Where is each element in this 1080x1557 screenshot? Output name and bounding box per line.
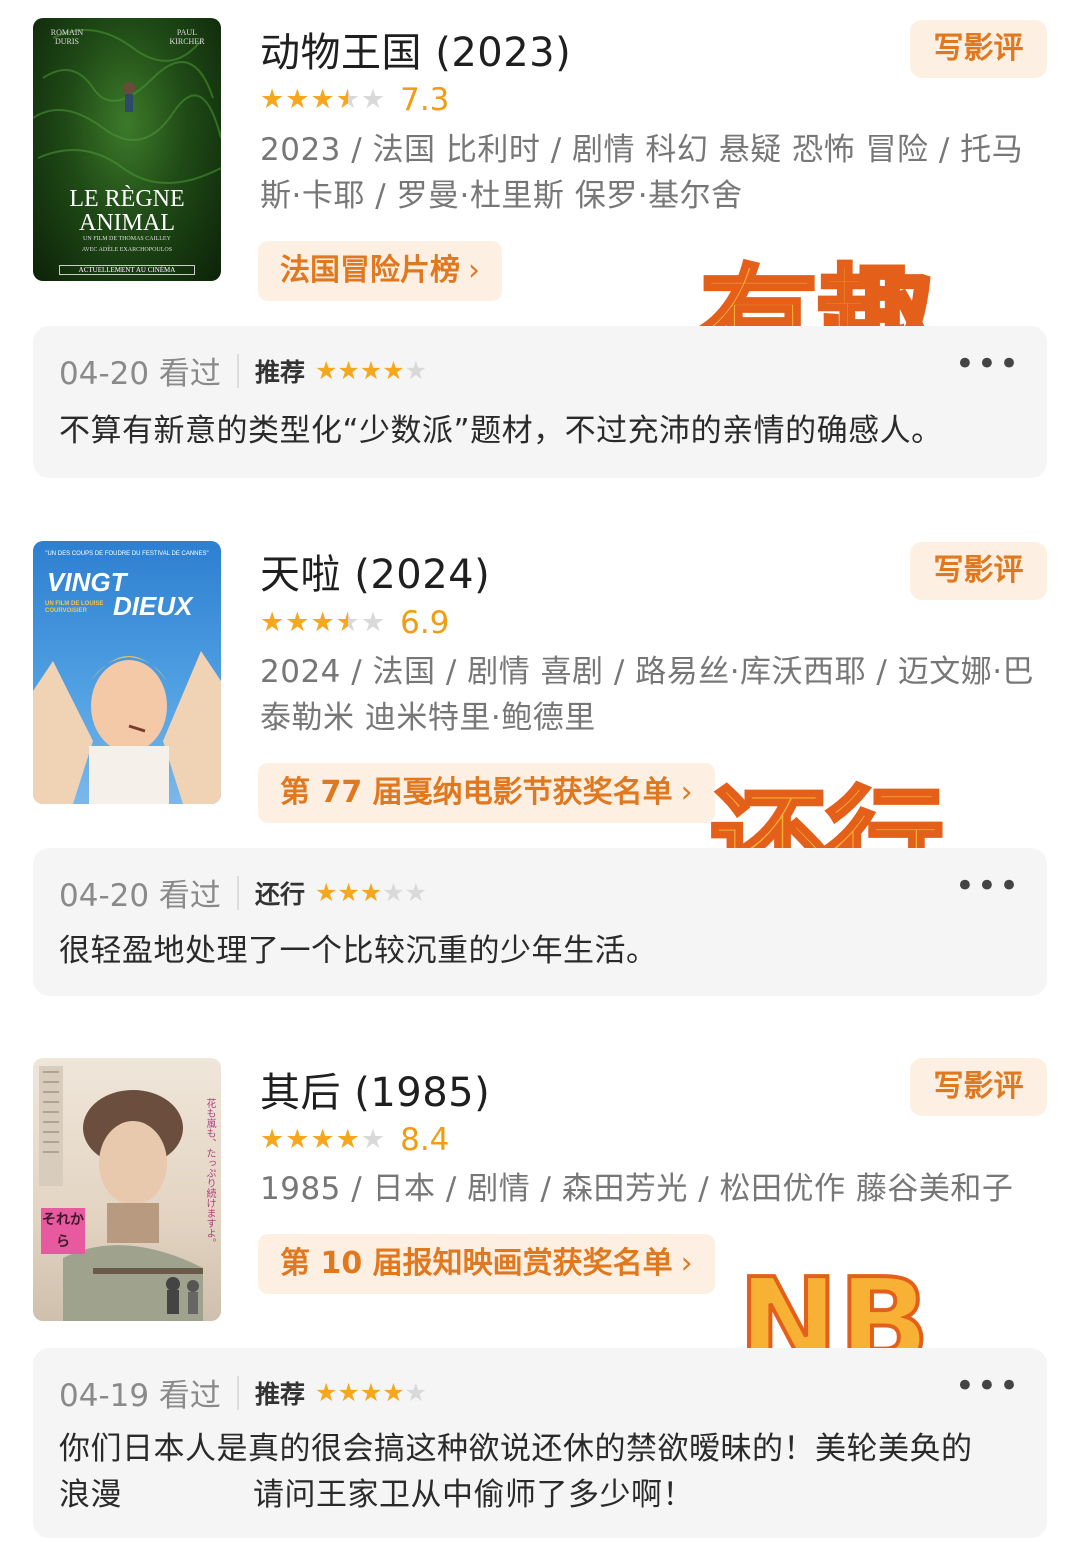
review-comment-line1: 你们日本人是真的很会搞这种欲说还休的禁欲暧昧的！美轮美奂的 bbox=[59, 1431, 973, 1467]
star-icon: ★ bbox=[260, 1124, 285, 1155]
verdict-label: 还行 bbox=[254, 879, 305, 909]
movie-rating: ★★★★★ 7.3 bbox=[260, 82, 449, 118]
movie-list-chip[interactable]: 第 10 届报知映画赏获奖名单 › bbox=[258, 1234, 715, 1294]
star-icon: ★ bbox=[314, 355, 338, 385]
review-comment-line2: 浪漫 bbox=[59, 1477, 122, 1513]
star-icon: ★ bbox=[335, 1124, 360, 1155]
star-icon: ★ bbox=[285, 1124, 310, 1155]
poster-title-line2: ANIMAL bbox=[79, 210, 175, 236]
star-icon: ★ bbox=[314, 877, 338, 907]
star-icon: ★ bbox=[335, 84, 360, 115]
star-icon: ★ bbox=[310, 607, 335, 638]
movie-poster[interactable]: "UN DES COUPS DE FOUDRE DU FESTIVAL DE C… bbox=[33, 541, 221, 804]
star-icon: ★ bbox=[310, 1124, 335, 1155]
poster-credit-left: ROMAIN DURIS bbox=[50, 28, 84, 46]
review-header: 04-19 看过 推荐 ★★★★★ bbox=[59, 1370, 427, 1415]
chevron-right-icon: › bbox=[680, 1246, 693, 1281]
my-rating-stars: ★★★★★ bbox=[314, 355, 428, 385]
poster-byline: UN FILM DE THOMAS CAILLEY bbox=[83, 236, 171, 242]
divider bbox=[236, 353, 239, 388]
review-header: 04-20 看过 还行 ★★★★★ bbox=[59, 870, 427, 915]
rating-score: 8.4 bbox=[400, 1122, 450, 1158]
watched-date: 04-20 看过 bbox=[59, 356, 221, 392]
star-icon: ★ bbox=[314, 1377, 338, 1407]
verdict-label: 推荐 bbox=[254, 1379, 305, 1409]
star-icon: ★ bbox=[359, 1377, 383, 1407]
watched-date: 04-20 看过 bbox=[59, 878, 221, 914]
list-chip-label: 法国冒险片榜 bbox=[280, 253, 460, 288]
star-icon: ★ bbox=[404, 1377, 428, 1407]
star-icon: ★ bbox=[335, 607, 360, 638]
movie-meta: 1985 / 日本 / 剧情 / 森田芳光 / 松田优作 藤谷美和子 bbox=[260, 1171, 1014, 1207]
star-icon: ★ bbox=[337, 877, 360, 907]
star-icon: ★ bbox=[337, 355, 360, 385]
review-header: 04-20 看过 推荐 ★★★★★ bbox=[59, 348, 427, 393]
watched-date: 04-19 看过 bbox=[59, 1378, 221, 1414]
poster-side-text: 花も嵐も、たっぷり続けますよ。 bbox=[204, 1098, 215, 1248]
verdict-label: 推荐 bbox=[254, 357, 305, 387]
movie-poster[interactable]: 花も嵐も、たっぷり続けますよ。 それから bbox=[33, 1058, 221, 1321]
my-rating-stars: ★★★★★ bbox=[314, 877, 428, 907]
star-icon: ★ bbox=[337, 1377, 360, 1407]
divider bbox=[236, 1375, 239, 1410]
rating-stars: ★★★★★ bbox=[260, 1125, 386, 1155]
movie-title[interactable]: 动物王国 (2023) bbox=[260, 20, 571, 78]
movie-rating: ★★★★★ 6.9 bbox=[260, 605, 449, 641]
star-icon: ★ bbox=[382, 1377, 405, 1407]
more-icon[interactable]: ••• bbox=[955, 344, 1021, 384]
movie-rating: ★★★★★ 8.4 bbox=[260, 1122, 449, 1158]
more-icon[interactable]: ••• bbox=[955, 1366, 1021, 1406]
movie-meta: 2024 / 法国 / 剧情 喜剧 / 路易丝·库沃西耶 / 迈文娜·巴泰勒米 … bbox=[260, 654, 1035, 736]
movie-list-chip[interactable]: 第 77 届戛纳电影节获奖名单 › bbox=[258, 763, 715, 823]
star-icon: ★ bbox=[360, 607, 386, 638]
review-comment-line3: 请问王家卫从中偷师了多少啊！ bbox=[253, 1477, 694, 1513]
chevron-right-icon: › bbox=[468, 253, 480, 288]
poster-release: ACTUELLEMENT AU CINÉMA bbox=[59, 265, 195, 275]
star-icon: ★ bbox=[360, 1124, 386, 1155]
write-review-button[interactable]: 写影评 bbox=[910, 20, 1047, 78]
write-review-button[interactable]: 写影评 bbox=[910, 542, 1047, 600]
review-comment: 不算有新意的类型化“少数派”题材，不过充沛的亲情的确感人。 bbox=[59, 413, 943, 449]
chevron-right-icon: › bbox=[680, 775, 693, 810]
my-review-card[interactable]: 04-20 看过 推荐 ★★★★★ ••• 不算有新意的类型化“少数派”题材，不… bbox=[33, 326, 1047, 478]
star-icon: ★ bbox=[382, 355, 405, 385]
rating-score: 6.9 bbox=[400, 605, 450, 641]
star-icon: ★ bbox=[285, 84, 310, 115]
my-review-card[interactable]: 04-19 看过 推荐 ★★★★★ ••• 你们日本人是真的很会搞这种欲说还休的… bbox=[33, 1348, 1047, 1538]
star-icon: ★ bbox=[382, 877, 405, 907]
star-icon: ★ bbox=[360, 84, 386, 115]
movie-poster[interactable]: ROMAIN DURIS PAUL KIRCHER LE RÈGNE ANIMA… bbox=[33, 18, 221, 281]
list-chip-label: 第 77 届戛纳电影节获奖名单 bbox=[280, 775, 673, 810]
rating-stars: ★★★★★ bbox=[260, 85, 386, 115]
more-icon[interactable]: ••• bbox=[955, 866, 1021, 906]
poster-title-line1: LE RÈGNE bbox=[69, 186, 185, 212]
star-icon: ★ bbox=[359, 877, 383, 907]
poster-art bbox=[39, 1066, 203, 1321]
star-icon: ★ bbox=[260, 607, 285, 638]
write-review-button[interactable]: 写影评 bbox=[910, 1058, 1047, 1116]
my-review-card[interactable]: 04-20 看过 还行 ★★★★★ ••• 很轻盈地处理了一个比较沉重的少年生活… bbox=[33, 848, 1047, 996]
movie-title[interactable]: 天啦 (2024) bbox=[260, 542, 490, 600]
poster-cast: AVEC ADÈLE EXARCHOPOULOS bbox=[81, 247, 173, 253]
poster-art bbox=[33, 651, 221, 804]
rating-score: 7.3 bbox=[400, 82, 450, 118]
star-icon: ★ bbox=[404, 877, 428, 907]
star-icon: ★ bbox=[310, 84, 335, 115]
poster-credit-right: PAUL KIRCHER bbox=[169, 28, 205, 46]
star-icon: ★ bbox=[260, 84, 285, 115]
divider bbox=[236, 875, 239, 910]
list-chip-label: 第 10 届报知映画赏获奖名单 bbox=[280, 1246, 673, 1281]
my-rating-stars: ★★★★★ bbox=[314, 1377, 428, 1407]
movie-list-chip[interactable]: 法国冒险片榜 › bbox=[258, 241, 502, 301]
movie-title[interactable]: 其后 (1985) bbox=[260, 1060, 490, 1118]
star-icon: ★ bbox=[285, 607, 310, 638]
movie-meta: 2023 / 法国 比利时 / 剧情 科幻 悬疑 恐怖 冒险 / 托马斯·卡耶 … bbox=[260, 132, 1024, 214]
rating-stars: ★★★★★ bbox=[260, 608, 386, 638]
review-comment: 很轻盈地处理了一个比较沉重的少年生活。 bbox=[59, 933, 658, 969]
star-icon: ★ bbox=[359, 355, 383, 385]
poster-stamp: それから bbox=[41, 1208, 85, 1254]
star-icon: ★ bbox=[404, 355, 428, 385]
